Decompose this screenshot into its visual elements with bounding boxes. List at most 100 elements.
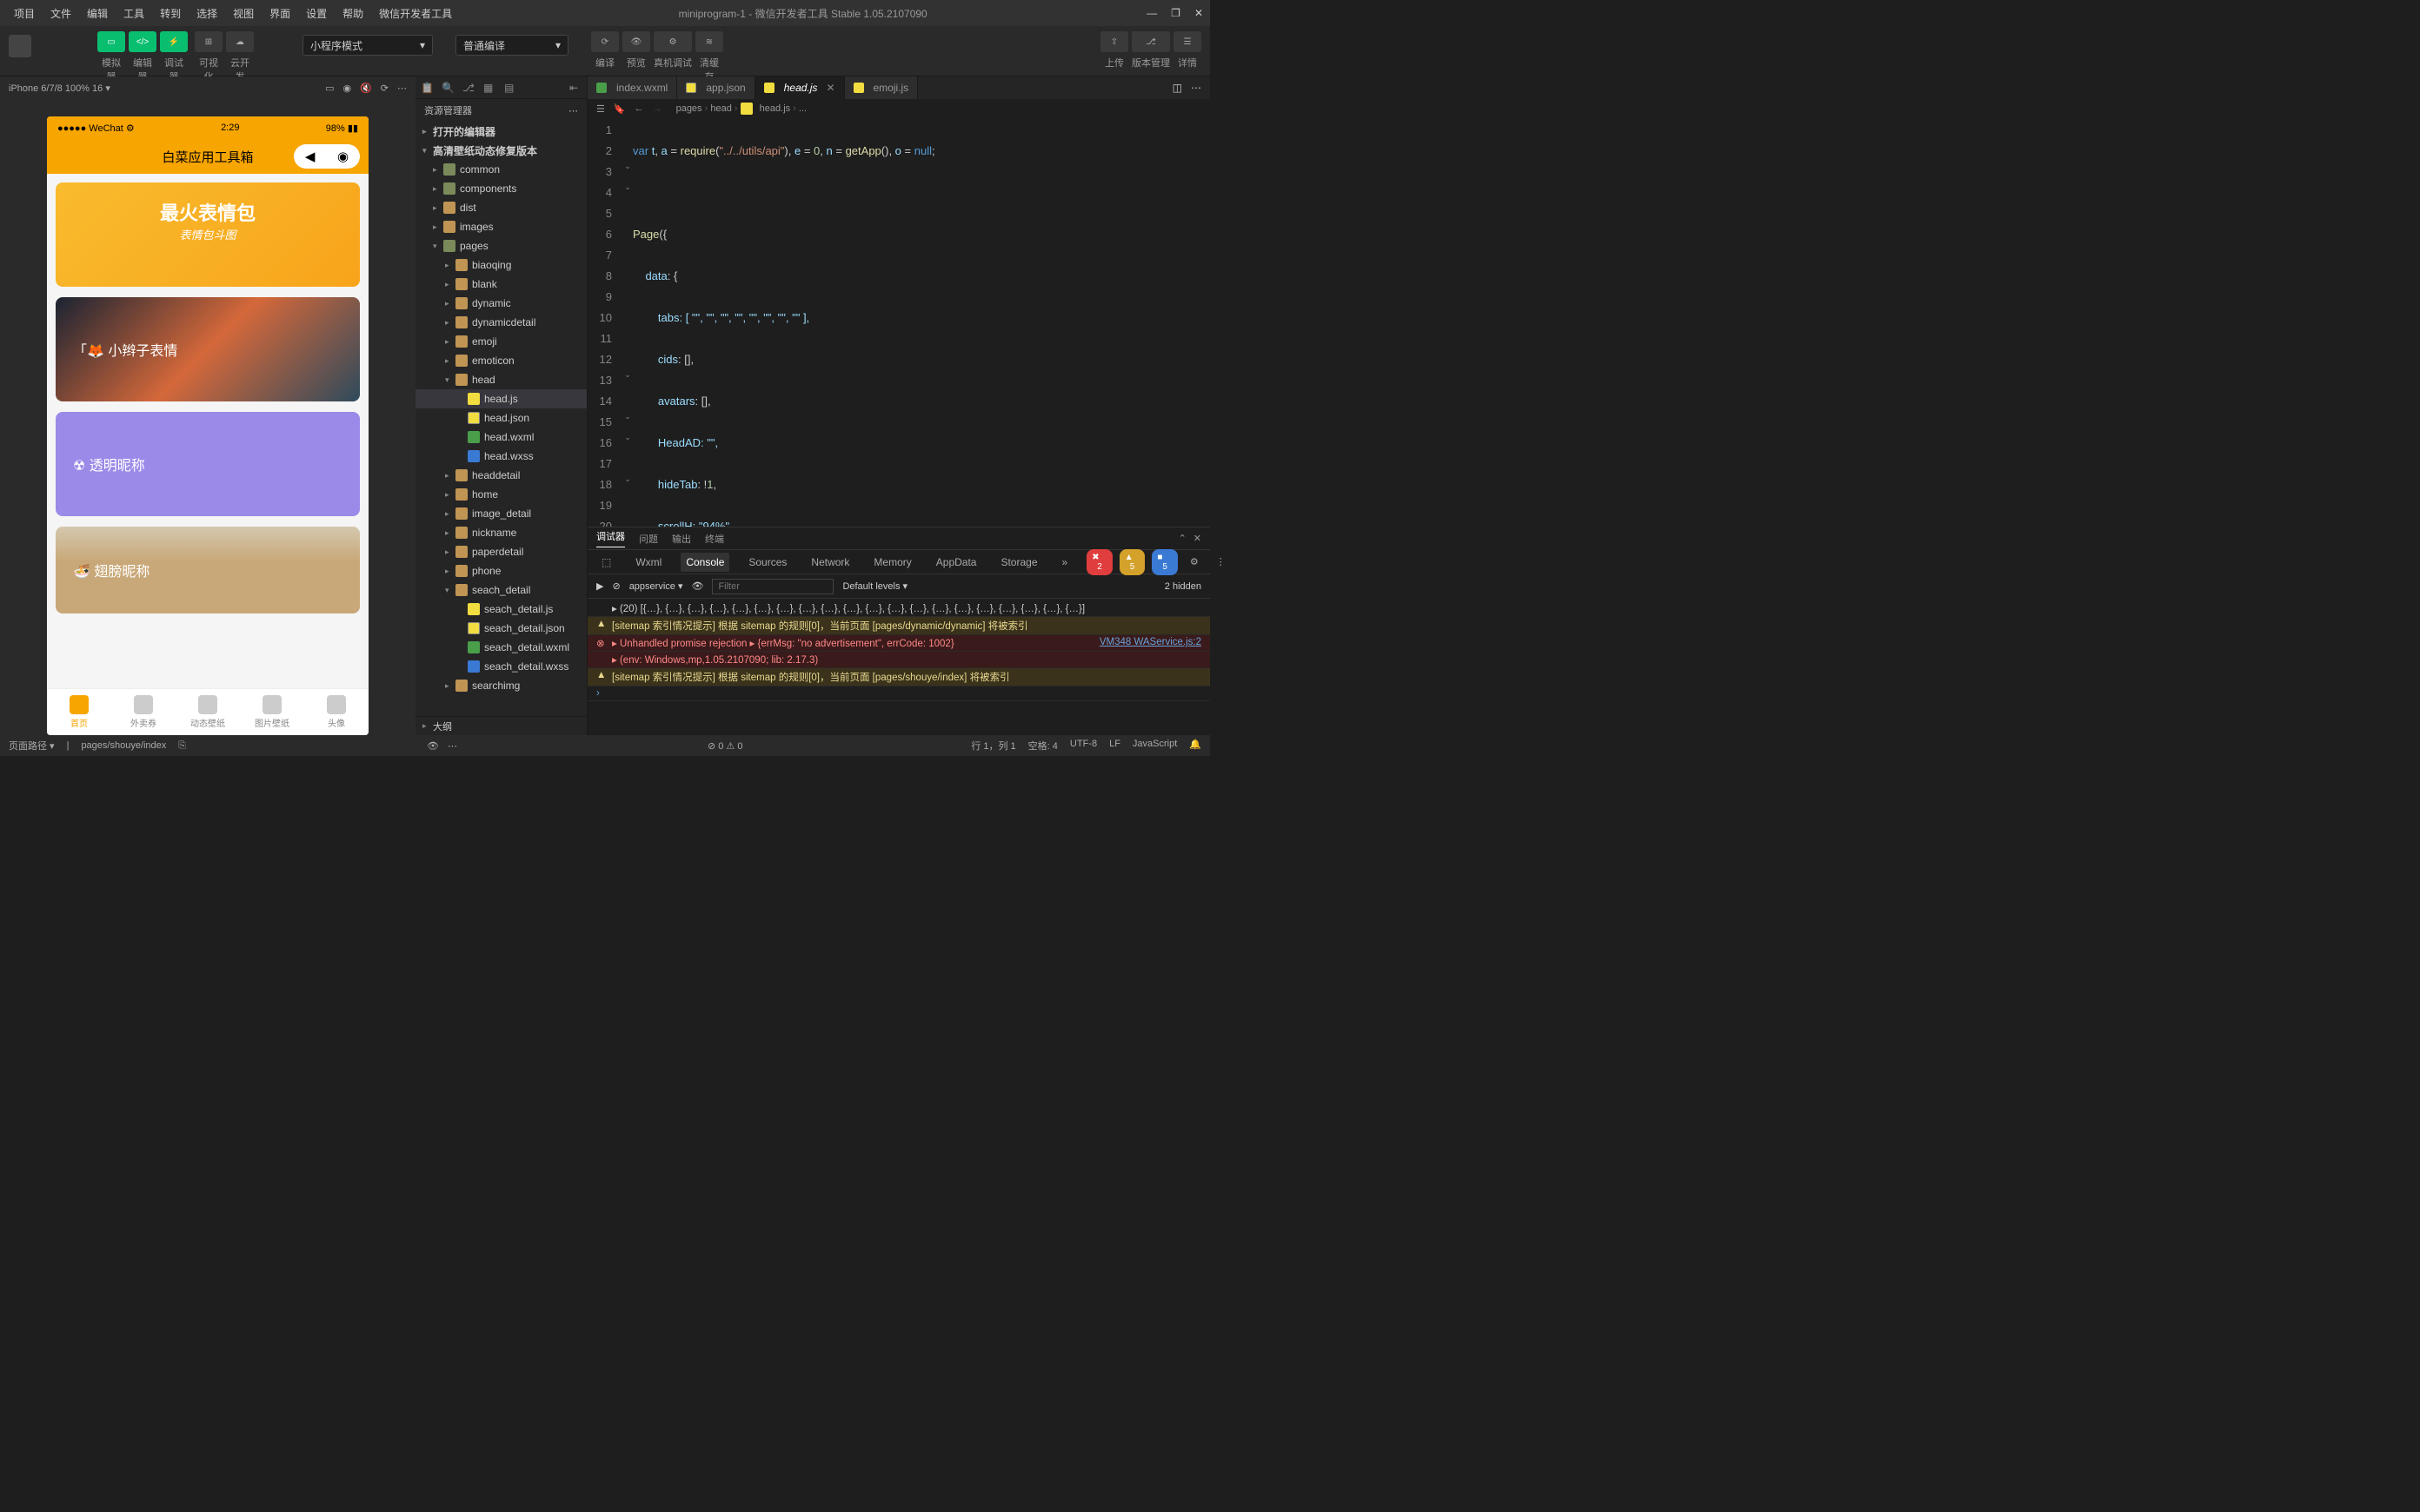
- project-root[interactable]: ▾高清壁纸动态修复版本: [416, 141, 587, 160]
- eye-icon[interactable]: 👁: [427, 740, 439, 752]
- indent[interactable]: 空格: 4: [1028, 739, 1058, 753]
- tree-head.js[interactable]: head.js: [416, 389, 587, 408]
- capsule-button[interactable]: ◀◉: [294, 144, 360, 169]
- devtab-appdata[interactable]: AppData: [931, 553, 982, 572]
- close-icon[interactable]: ✕: [1194, 7, 1203, 19]
- card-xiaobianzi[interactable]: 「🦊 小辫子表情: [56, 297, 360, 401]
- version-button[interactable]: ⎇: [1132, 31, 1170, 52]
- tree-dynamicdetail[interactable]: ▸dynamicdetail: [416, 313, 587, 332]
- tree-seach_detail.wxml[interactable]: seach_detail.wxml: [416, 638, 587, 657]
- phone-tab-4[interactable]: 头像: [304, 689, 369, 735]
- info-badge[interactable]: ■ 5: [1152, 549, 1178, 575]
- maximize-icon[interactable]: ❐: [1171, 7, 1180, 19]
- tree-seach_detail[interactable]: ▾seach_detail: [416, 580, 587, 600]
- tree-head.wxss[interactable]: head.wxss: [416, 447, 587, 466]
- menu-项目[interactable]: 项目: [7, 3, 42, 24]
- tree-nickname[interactable]: ▸nickname: [416, 523, 587, 542]
- menu-微信开发者工具[interactable]: 微信开发者工具: [372, 3, 459, 24]
- outline-section[interactable]: ▸大纲: [416, 716, 587, 735]
- console-output[interactable]: ▸ (20) [{…}, {…}, {…}, {…}, {…}, {…}, {……: [588, 599, 1210, 735]
- simulator-toggle[interactable]: ▭: [97, 31, 125, 52]
- hidden-count[interactable]: 2 hidden: [1165, 581, 1201, 592]
- details-button[interactable]: ☰: [1173, 31, 1201, 52]
- mute-icon[interactable]: 🔇: [360, 83, 372, 94]
- phone-tab-2[interactable]: 动态壁纸: [176, 689, 240, 735]
- device-select[interactable]: iPhone 6/7/8 100% 16 ▾: [9, 83, 110, 94]
- menu-编辑[interactable]: 编辑: [80, 3, 115, 24]
- devtab-network[interactable]: Network: [806, 553, 854, 572]
- editor-tab-head.js[interactable]: head.js✕: [755, 76, 845, 99]
- open-editors-section[interactable]: ▸打开的编辑器: [416, 122, 587, 141]
- warn-badge[interactable]: ▲ 5: [1120, 549, 1146, 575]
- devtab-sources[interactable]: Sources: [743, 553, 792, 572]
- collapse-icon[interactable]: ⇤: [569, 82, 582, 94]
- tab-output[interactable]: 输出: [672, 532, 691, 546]
- kebab-icon[interactable]: ⋮: [1211, 553, 1231, 571]
- devtab-memory[interactable]: Memory: [868, 553, 916, 572]
- list-icon[interactable]: ☰: [596, 103, 605, 115]
- tree-seach_detail.wxss[interactable]: seach_detail.wxss: [416, 657, 587, 676]
- tree-components[interactable]: ▸components: [416, 179, 587, 198]
- target-icon[interactable]: ◉: [337, 149, 349, 164]
- mode-select[interactable]: 小程序模式▾: [302, 35, 433, 56]
- tree-pages[interactable]: ▾pages: [416, 236, 587, 255]
- eol[interactable]: LF: [1109, 739, 1120, 753]
- tree-seach_detail.js[interactable]: seach_detail.js: [416, 600, 587, 619]
- tree-searchimg[interactable]: ▸searchimg: [416, 676, 587, 695]
- tree-phone[interactable]: ▸phone: [416, 561, 587, 580]
- devtab-storage[interactable]: Storage: [995, 553, 1042, 572]
- error-badge[interactable]: ✖ 2: [1087, 549, 1113, 575]
- tab-terminal[interactable]: 终端: [705, 532, 724, 546]
- tree-seach_detail.json[interactable]: seach_detail.json: [416, 619, 587, 638]
- copy-icon[interactable]: ⎘: [178, 740, 186, 752]
- record-icon[interactable]: ◉: [342, 83, 351, 94]
- tree-biaoqing[interactable]: ▸biaoqing: [416, 255, 587, 275]
- filter-input[interactable]: [712, 579, 834, 594]
- phone-tab-0[interactable]: 首页: [47, 689, 111, 735]
- inspect-icon[interactable]: ⬚: [596, 553, 616, 572]
- close-panel-icon[interactable]: ✕: [1193, 533, 1201, 544]
- visual-button[interactable]: ⊞: [195, 31, 223, 52]
- tree-dynamic[interactable]: ▸dynamic: [416, 294, 587, 313]
- branch-icon[interactable]: ⎇: [462, 82, 475, 94]
- tree-home[interactable]: ▸home: [416, 485, 587, 504]
- upload-button[interactable]: ⇧: [1100, 31, 1128, 52]
- layers-icon[interactable]: ▤: [504, 82, 516, 94]
- levels-select[interactable]: Default levels ▾: [842, 580, 908, 592]
- code-content[interactable]: var t, a = require("../../utils/api"), e…: [633, 118, 1210, 527]
- search-icon[interactable]: 🔍: [442, 82, 454, 94]
- tree-head[interactable]: ▾head: [416, 370, 587, 389]
- card-transparent-nick[interactable]: ☢ 透明昵称: [56, 412, 360, 516]
- tree-emoji[interactable]: ▸emoji: [416, 332, 587, 351]
- tree-emoticon[interactable]: ▸emoticon: [416, 351, 587, 370]
- compile-button[interactable]: ⟳: [591, 31, 619, 52]
- more-icon[interactable]: ⋯: [1191, 82, 1201, 94]
- more-icon[interactable]: ⋯: [448, 740, 457, 752]
- phone-tab-1[interactable]: 外卖券: [111, 689, 176, 735]
- preview-button[interactable]: 👁: [622, 31, 650, 52]
- play-icon[interactable]: ▶: [596, 580, 603, 592]
- share-icon[interactable]: ◀: [305, 149, 316, 164]
- devtab-more[interactable]: »: [1057, 553, 1074, 572]
- menu-设置[interactable]: 设置: [299, 3, 334, 24]
- editor-toggle[interactable]: </>: [129, 31, 156, 52]
- card-wings-nick[interactable]: 🍜 翅膀昵称: [56, 527, 360, 613]
- page-path-value[interactable]: pages/shouye/index: [81, 740, 166, 751]
- back-icon[interactable]: ←: [635, 103, 644, 115]
- debugger-toggle[interactable]: ⚡: [160, 31, 188, 52]
- screenshot-icon[interactable]: ▭: [325, 83, 334, 94]
- tree-dist[interactable]: ▸dist: [416, 198, 587, 217]
- cursor-pos[interactable]: 行 1，列 1: [971, 739, 1015, 753]
- tree-paperdetail[interactable]: ▸paperdetail: [416, 542, 587, 561]
- forward-icon[interactable]: →: [653, 103, 662, 115]
- editor-tab-index.wxml[interactable]: index.wxml: [588, 76, 677, 99]
- maximize-panel-icon[interactable]: ⌃: [1179, 533, 1187, 544]
- card-emoji-hot[interactable]: 最火表情包 表情包斗图: [56, 182, 360, 287]
- eye-icon[interactable]: 👁: [691, 580, 703, 592]
- encoding[interactable]: UTF-8: [1070, 739, 1097, 753]
- tree-headdetail[interactable]: ▸headdetail: [416, 466, 587, 485]
- avatar[interactable]: [9, 35, 31, 57]
- tree-head.json[interactable]: head.json: [416, 408, 587, 428]
- tree-head.wxml[interactable]: head.wxml: [416, 428, 587, 447]
- editor-tab-app.json[interactable]: app.json: [677, 76, 755, 99]
